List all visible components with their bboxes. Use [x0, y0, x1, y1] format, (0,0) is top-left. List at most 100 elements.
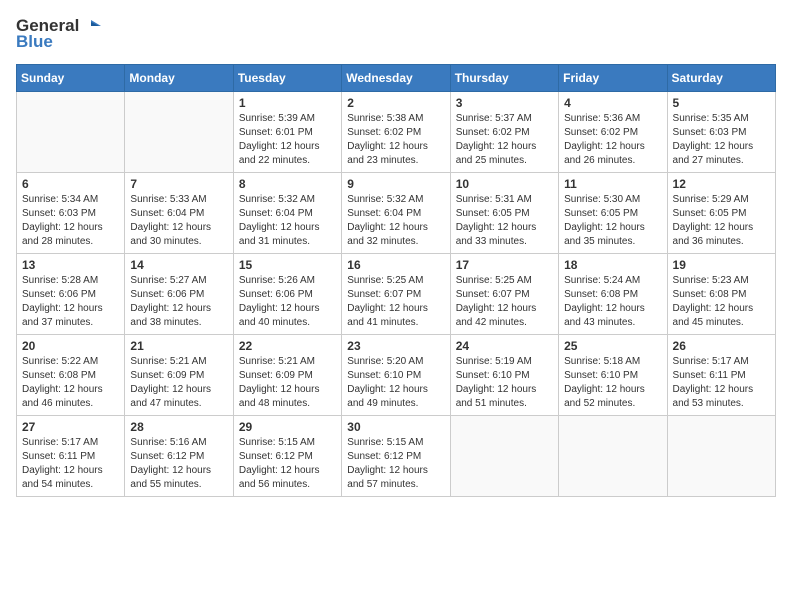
calendar-cell: 11 Sunrise: 5:30 AM Sunset: 6:05 PM Dayli… — [559, 173, 667, 254]
day-number: 20 — [22, 339, 119, 353]
calendar-cell: 17Sunrise: 5:25 AM Sunset: 6:07 PM Dayli… — [450, 254, 558, 335]
day-info: Sunrise: 5:19 AM Sunset: 6:10 PM Dayligh… — [456, 355, 553, 411]
day-info: Sunrise: 5:25 AM Sunset: 6:07 PM Dayligh… — [456, 274, 553, 330]
col-header-friday: Friday — [559, 65, 667, 92]
day-number: 10 — [456, 177, 553, 191]
calendar-cell: 30 Sunrise: 5:15 AM Sunset: 6:12 PM Dayli… — [342, 416, 450, 497]
calendar-cell: 18 Sunrise: 5:24 AM Sunset: 6:08 PM Dayli… — [559, 254, 667, 335]
day-info: Sunrise: 5:18 AM Sunset: 6:10 PM Dayligh… — [564, 355, 661, 411]
day-info: Sunrise: 5:32 AM Sunset: 6:04 PM Dayligh… — [239, 193, 336, 249]
day-number: 25 — [564, 339, 661, 353]
day-info: Sunrise: 5:37 AM Sunset: 6:02 PM Dayligh… — [456, 112, 553, 168]
calendar-cell — [17, 92, 125, 173]
logo: General Blue — [16, 16, 101, 52]
calendar-cell: 6 Sunrise: 5:34 AM Sunset: 6:03 PM Daylig… — [17, 173, 125, 254]
calendar-week-5: 27 Sunrise: 5:17 AM Sunset: 6:11 PM Dayli… — [17, 416, 776, 497]
day-info: Sunrise: 5:26 AM Sunset: 6:06 PM Dayligh… — [239, 274, 336, 330]
day-number: 18 — [564, 258, 661, 272]
calendar-cell — [559, 416, 667, 497]
calendar-cell: 14 Sunrise: 5:27 AM Sunset: 6:06 PM Dayli… — [125, 254, 233, 335]
calendar-week-2: 6 Sunrise: 5:34 AM Sunset: 6:03 PM Daylig… — [17, 173, 776, 254]
day-number: 3 — [456, 96, 553, 110]
day-number: 30 — [347, 420, 444, 434]
col-header-saturday: Saturday — [667, 65, 775, 92]
day-info: Sunrise: 5:32 AM Sunset: 6:04 PM Dayligh… — [347, 193, 444, 249]
calendar-cell: 8 Sunrise: 5:32 AM Sunset: 6:04 PM Daylig… — [233, 173, 341, 254]
day-info: Sunrise: 5:38 AM Sunset: 6:02 PM Dayligh… — [347, 112, 444, 168]
day-info: Sunrise: 5:33 AM Sunset: 6:04 PM Dayligh… — [130, 193, 227, 249]
calendar-cell: 7 Sunrise: 5:33 AM Sunset: 6:04 PM Daylig… — [125, 173, 233, 254]
day-number: 4 — [564, 96, 661, 110]
logo-bird-icon — [81, 16, 101, 36]
day-info: Sunrise: 5:30 AM Sunset: 6:05 PM Dayligh… — [564, 193, 661, 249]
day-number: 5 — [673, 96, 770, 110]
day-number: 29 — [239, 420, 336, 434]
calendar-week-1: 1 Sunrise: 5:39 AM Sunset: 6:01 PM Daylig… — [17, 92, 776, 173]
day-number: 23 — [347, 339, 444, 353]
calendar-cell: 28Sunrise: 5:16 AM Sunset: 6:12 PM Dayli… — [125, 416, 233, 497]
calendar-cell: 13 Sunrise: 5:28 AM Sunset: 6:06 PM Dayli… — [17, 254, 125, 335]
day-info: Sunrise: 5:15 AM Sunset: 6:12 PM Dayligh… — [347, 436, 444, 492]
logo-blue: Blue — [16, 32, 53, 52]
day-number: 15 — [239, 258, 336, 272]
calendar-cell: 19 Sunrise: 5:23 AM Sunset: 6:08 PM Dayli… — [667, 254, 775, 335]
day-info: Sunrise: 5:20 AM Sunset: 6:10 PM Dayligh… — [347, 355, 444, 411]
calendar-cell: 3 Sunrise: 5:37 AM Sunset: 6:02 PM Daylig… — [450, 92, 558, 173]
calendar-cell: 10 Sunrise: 5:31 AM Sunset: 6:05 PM Dayli… — [450, 173, 558, 254]
calendar-cell — [667, 416, 775, 497]
col-header-tuesday: Tuesday — [233, 65, 341, 92]
day-number: 11 — [564, 177, 661, 191]
day-number: 2 — [347, 96, 444, 110]
day-info: Sunrise: 5:36 AM Sunset: 6:02 PM Dayligh… — [564, 112, 661, 168]
day-number: 22 — [239, 339, 336, 353]
calendar-cell: 2 Sunrise: 5:38 AM Sunset: 6:02 PM Daylig… — [342, 92, 450, 173]
calendar-table: SundayMondayTuesdayWednesdayThursdayFrid… — [16, 64, 776, 497]
day-info: Sunrise: 5:17 AM Sunset: 6:11 PM Dayligh… — [22, 436, 119, 492]
day-number: 28 — [130, 420, 227, 434]
day-info: Sunrise: 5:35 AM Sunset: 6:03 PM Dayligh… — [673, 112, 770, 168]
calendar-cell: 20 Sunrise: 5:22 AM Sunset: 6:08 PM Dayli… — [17, 335, 125, 416]
calendar-cell — [125, 92, 233, 173]
day-info: Sunrise: 5:39 AM Sunset: 6:01 PM Dayligh… — [239, 112, 336, 168]
col-header-thursday: Thursday — [450, 65, 558, 92]
day-number: 9 — [347, 177, 444, 191]
calendar-cell: 27 Sunrise: 5:17 AM Sunset: 6:11 PM Dayli… — [17, 416, 125, 497]
day-number: 14 — [130, 258, 227, 272]
day-number: 6 — [22, 177, 119, 191]
day-number: 8 — [239, 177, 336, 191]
day-info: Sunrise: 5:27 AM Sunset: 6:06 PM Dayligh… — [130, 274, 227, 330]
calendar-cell: 21 Sunrise: 5:21 AM Sunset: 6:09 PM Dayli… — [125, 335, 233, 416]
day-info: Sunrise: 5:29 AM Sunset: 6:05 PM Dayligh… — [673, 193, 770, 249]
day-number: 7 — [130, 177, 227, 191]
calendar-cell: 23 Sunrise: 5:20 AM Sunset: 6:10 PM Dayli… — [342, 335, 450, 416]
day-info: Sunrise: 5:21 AM Sunset: 6:09 PM Dayligh… — [239, 355, 336, 411]
calendar-cell: 5 Sunrise: 5:35 AM Sunset: 6:03 PM Daylig… — [667, 92, 775, 173]
day-number: 13 — [22, 258, 119, 272]
day-info: Sunrise: 5:15 AM Sunset: 6:12 PM Dayligh… — [239, 436, 336, 492]
day-number: 24 — [456, 339, 553, 353]
calendar-cell: 16Sunrise: 5:25 AM Sunset: 6:07 PM Dayli… — [342, 254, 450, 335]
day-info: Sunrise: 5:17 AM Sunset: 6:11 PM Dayligh… — [673, 355, 770, 411]
day-number: 19 — [673, 258, 770, 272]
calendar-cell: 4 Sunrise: 5:36 AM Sunset: 6:02 PM Daylig… — [559, 92, 667, 173]
day-info: Sunrise: 5:28 AM Sunset: 6:06 PM Dayligh… — [22, 274, 119, 330]
day-number: 1 — [239, 96, 336, 110]
day-info: Sunrise: 5:23 AM Sunset: 6:08 PM Dayligh… — [673, 274, 770, 330]
day-info: Sunrise: 5:31 AM Sunset: 6:05 PM Dayligh… — [456, 193, 553, 249]
col-header-wednesday: Wednesday — [342, 65, 450, 92]
day-info: Sunrise: 5:21 AM Sunset: 6:09 PM Dayligh… — [130, 355, 227, 411]
calendar-cell: 12 Sunrise: 5:29 AM Sunset: 6:05 PM Dayli… — [667, 173, 775, 254]
calendar-cell — [450, 416, 558, 497]
day-number: 12 — [673, 177, 770, 191]
calendar-cell: 9 Sunrise: 5:32 AM Sunset: 6:04 PM Daylig… — [342, 173, 450, 254]
calendar-cell: 24 Sunrise: 5:19 AM Sunset: 6:10 PM Dayli… — [450, 335, 558, 416]
day-number: 26 — [673, 339, 770, 353]
calendar-week-4: 20 Sunrise: 5:22 AM Sunset: 6:08 PM Dayli… — [17, 335, 776, 416]
day-number: 27 — [22, 420, 119, 434]
page-header: General Blue — [16, 16, 776, 52]
day-info: Sunrise: 5:34 AM Sunset: 6:03 PM Dayligh… — [22, 193, 119, 249]
day-info: Sunrise: 5:22 AM Sunset: 6:08 PM Dayligh… — [22, 355, 119, 411]
day-number: 21 — [130, 339, 227, 353]
day-info: Sunrise: 5:25 AM Sunset: 6:07 PM Dayligh… — [347, 274, 444, 330]
day-info: Sunrise: 5:24 AM Sunset: 6:08 PM Dayligh… — [564, 274, 661, 330]
